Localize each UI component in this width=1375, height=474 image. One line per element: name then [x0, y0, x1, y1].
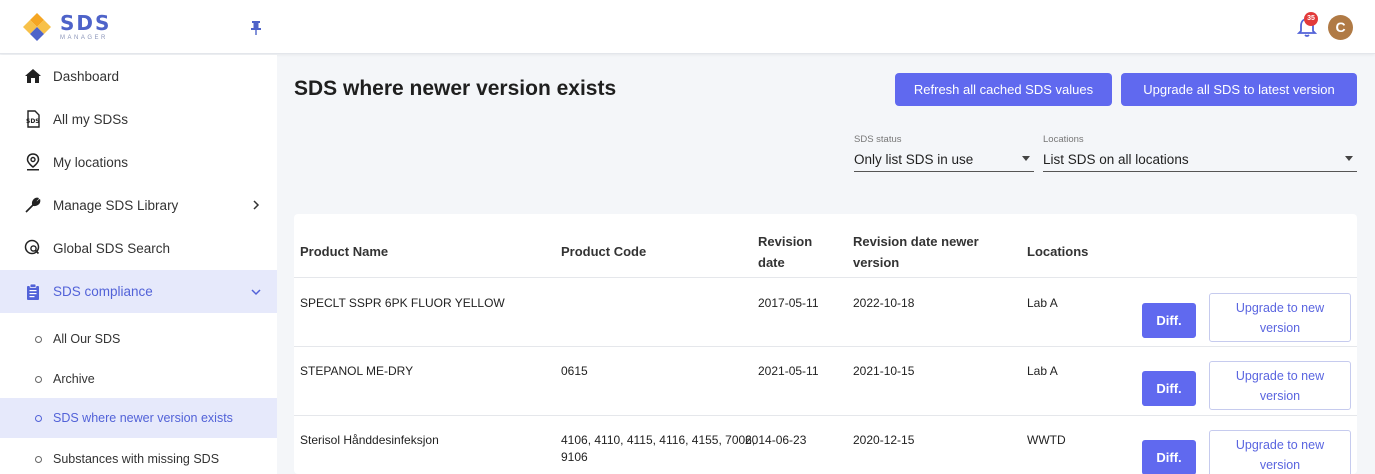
- diff-button[interactable]: Diff.: [1142, 371, 1196, 406]
- pin-icon[interactable]: [250, 20, 262, 36]
- upgrade-to-new-version-button[interactable]: Upgrade to new version: [1209, 293, 1351, 342]
- sidebar-item-all-my-sdss[interactable]: SDS All my SDSs: [0, 98, 277, 140]
- sidebar-item-label: SDS compliance: [53, 284, 153, 299]
- column-header-locations[interactable]: Locations: [1027, 241, 1088, 262]
- sidebar-subitem-sds-newer-version[interactable]: SDS where newer version exists: [0, 398, 277, 438]
- upgrade-to-new-version-button[interactable]: Upgrade to new version: [1209, 361, 1351, 410]
- cell-revision-date-newer: 2021-10-15: [853, 364, 915, 378]
- caret-down-icon: [1345, 156, 1353, 161]
- location-pin-icon: [26, 153, 40, 171]
- cell-location: Lab A: [1027, 364, 1058, 378]
- sidebar-item-manage-sds-library[interactable]: Manage SDS Library: [0, 184, 277, 226]
- sidebar-item-my-locations[interactable]: My locations: [0, 141, 277, 183]
- sidebar-subitem-label: All Our SDS: [53, 332, 121, 346]
- sidebar-item-label: All my SDSs: [53, 111, 129, 127]
- upgrade-to-new-version-button[interactable]: Upgrade to new version: [1209, 430, 1351, 474]
- chevron-down-icon: [251, 288, 261, 295]
- sidebar-subitem-label: Archive: [53, 372, 95, 386]
- top-bar: SDS MANAGER 35 C: [0, 0, 1375, 54]
- column-header-product-name[interactable]: Product Name: [300, 241, 388, 262]
- cell-product-code: 4106, 4110, 4115, 4116, 4155, 7006, 9106: [561, 433, 756, 464]
- sidebar-subitem-substances-missing-sds[interactable]: Substances with missing SDS: [0, 439, 277, 474]
- column-header-revision-date[interactable]: Revision date: [758, 231, 812, 273]
- cell-product-name: Sterisol Hånddesinfeksjon: [300, 433, 439, 447]
- cell-revision-date-newer: 2020-12-15: [853, 433, 915, 447]
- cell-location: Lab A: [1027, 296, 1058, 310]
- table-row: STEPANOL ME-DRY 0615 2021-05-11 2021-10-…: [294, 346, 1357, 415]
- table-row: SPECLT SSPR 6PK FLUOR YELLOW 2017-05-11 …: [294, 277, 1357, 346]
- table-row: Sterisol Hånddesinfeksjon 4106, 4110, 41…: [294, 415, 1357, 474]
- refresh-cached-values-button[interactable]: Refresh all cached SDS values: [895, 73, 1112, 106]
- logo-text: SDS: [60, 11, 112, 35]
- sidebar: Dashboard SDS All my SDSs My locations M…: [0, 55, 277, 474]
- wrench-icon: [25, 197, 41, 213]
- sidebar-subitem-all-our-sds[interactable]: All Our SDS: [0, 319, 277, 359]
- clipboard-icon: [27, 283, 39, 300]
- sds-file-icon: SDS: [26, 110, 40, 128]
- sidebar-item-label: Global SDS Search: [53, 240, 171, 256]
- sidebar-subitem-archive[interactable]: Archive: [0, 359, 277, 399]
- column-header-product-code[interactable]: Product Code: [561, 241, 646, 262]
- cell-product-name: SPECLT SSPR 6PK FLUOR YELLOW: [300, 296, 505, 310]
- locations-value: List SDS on all locations: [1043, 152, 1189, 167]
- locations-select[interactable]: Locations List SDS on all locations: [1043, 134, 1357, 172]
- bullet-icon: [35, 414, 42, 422]
- locations-label: Locations: [1043, 134, 1084, 145]
- notification-badge: 35: [1304, 12, 1318, 26]
- bullet-icon: [35, 375, 42, 383]
- sidebar-subitem-label: SDS where newer version exists: [53, 411, 233, 425]
- page-title: SDS where newer version exists: [294, 77, 617, 100]
- column-header-revision-date-newer[interactable]: Revision date newer version: [853, 231, 979, 273]
- sidebar-item-global-sds-search[interactable]: Global SDS Search: [0, 227, 277, 269]
- app-logo[interactable]: SDS MANAGER: [20, 10, 111, 44]
- sds-table: Product Name Product Code Revision date …: [294, 214, 1357, 474]
- chevron-right-icon: [253, 200, 260, 210]
- cell-revision-date: 2017-05-11: [758, 296, 819, 310]
- caret-down-icon: [1022, 156, 1030, 161]
- cell-revision-date: 2021-05-11: [758, 364, 819, 378]
- bullet-icon: [35, 335, 42, 343]
- cell-revision-date-newer: 2022-10-18: [853, 296, 915, 310]
- home-icon: [25, 69, 41, 83]
- avatar[interactable]: C: [1328, 15, 1353, 40]
- cell-product-code: 0615: [561, 364, 588, 378]
- diff-button[interactable]: Diff.: [1142, 303, 1196, 338]
- sidebar-item-dashboard[interactable]: Dashboard: [0, 55, 277, 97]
- sidebar-item-sds-compliance[interactable]: SDS compliance: [0, 270, 277, 313]
- bullet-icon: [35, 455, 42, 463]
- sds-status-label: SDS status: [854, 134, 902, 145]
- upgrade-all-sds-button[interactable]: Upgrade all SDS to latest version: [1121, 73, 1357, 106]
- logo-subtext: MANAGER: [60, 35, 108, 41]
- sidebar-item-label: Manage SDS Library: [53, 197, 179, 213]
- cell-product-name: STEPANOL ME-DRY: [300, 364, 414, 378]
- cell-revision-date: 2014-06-23: [745, 433, 807, 447]
- logo-diamond-icon: [23, 13, 51, 41]
- sidebar-subitem-label: Substances with missing SDS: [53, 452, 220, 466]
- diff-button[interactable]: Diff.: [1142, 440, 1196, 474]
- globe-search-icon: [24, 239, 40, 255]
- sidebar-item-label: Dashboard: [53, 68, 120, 84]
- svg-text:SDS: SDS: [26, 118, 40, 125]
- sds-status-value: Only list SDS in use: [854, 152, 974, 167]
- sidebar-item-label: My locations: [53, 154, 129, 170]
- cell-location: WWTD: [1027, 433, 1066, 447]
- sds-status-select[interactable]: SDS status Only list SDS in use: [854, 134, 1034, 172]
